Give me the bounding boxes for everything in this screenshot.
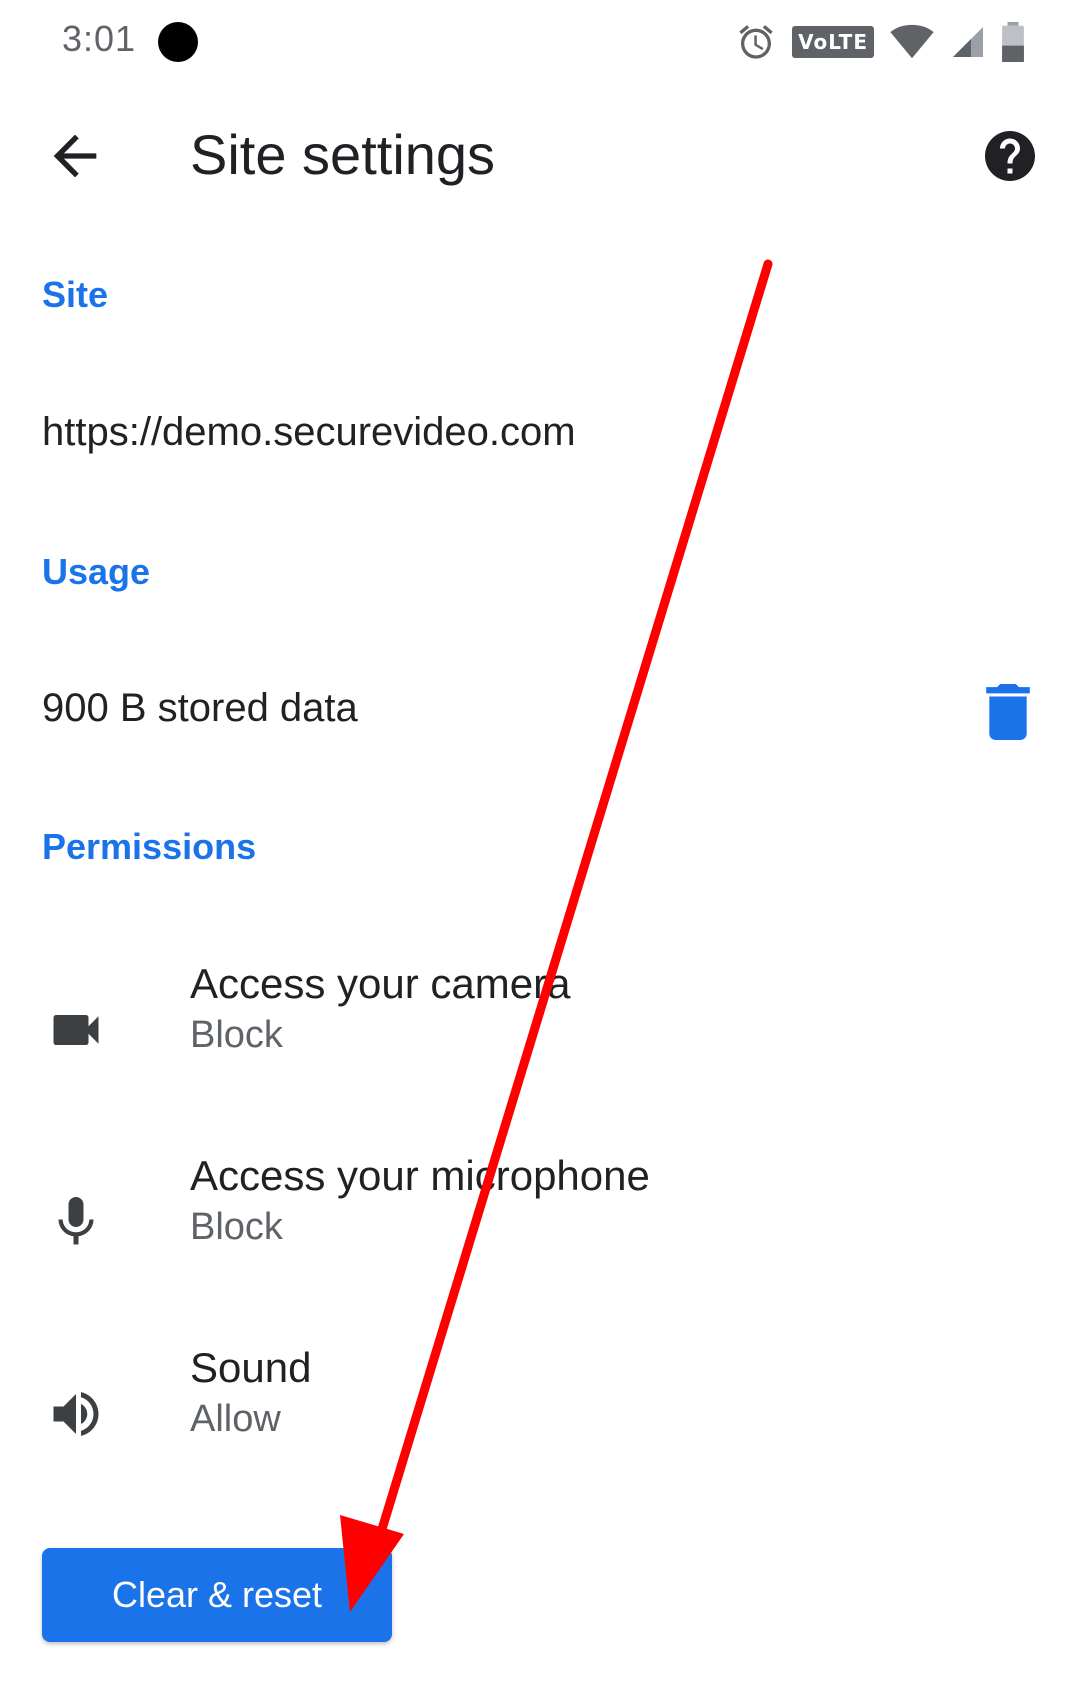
status-time: 3:01: [62, 18, 137, 59]
permission-value: Block: [190, 1206, 283, 1248]
status-bar: 3:01 VoLTE: [0, 0, 1080, 84]
volte-icon: VoLTE: [792, 26, 874, 58]
app-bar: Site settings: [0, 100, 1080, 210]
microphone-icon: [46, 1192, 106, 1252]
permission-value: Allow: [190, 1398, 281, 1440]
permission-title: Sound: [190, 1344, 312, 1391]
permission-title: Access your microphone: [190, 1152, 650, 1199]
help-icon: [985, 131, 1035, 181]
section-header-site: Site: [42, 274, 109, 315]
status-icons: VoLTE: [736, 18, 1024, 66]
battery-icon: [1002, 22, 1024, 62]
permission-row-camera[interactable]: Access your camera Block: [0, 960, 1080, 1110]
wifi-icon: [890, 24, 934, 60]
permission-row-microphone[interactable]: Access your microphone Block: [0, 1152, 1080, 1302]
arrow-back-icon: [53, 134, 97, 178]
signal-icon: [950, 24, 986, 60]
clear-reset-button[interactable]: Clear & reset: [42, 1548, 392, 1642]
section-header-permissions: Permissions: [42, 826, 257, 867]
page-title: Site settings: [190, 123, 496, 186]
permission-value: Block: [190, 1014, 283, 1056]
site-url[interactable]: https://demo.securevideo.com: [42, 410, 576, 455]
notification-dot-icon: [158, 22, 198, 62]
delete-data-button[interactable]: [984, 684, 1032, 740]
permission-title: Access your camera: [190, 960, 571, 1007]
trash-icon: [986, 684, 1030, 740]
camera-icon: [46, 1000, 106, 1060]
volume-icon: [46, 1384, 106, 1444]
alarm-icon: [736, 22, 776, 62]
stored-data-label: 900 B stored data: [42, 686, 358, 730]
permission-row-sound[interactable]: Sound Allow: [0, 1344, 1080, 1494]
help-button[interactable]: [980, 126, 1040, 186]
back-button[interactable]: [40, 124, 110, 188]
section-header-usage: Usage: [42, 551, 151, 592]
